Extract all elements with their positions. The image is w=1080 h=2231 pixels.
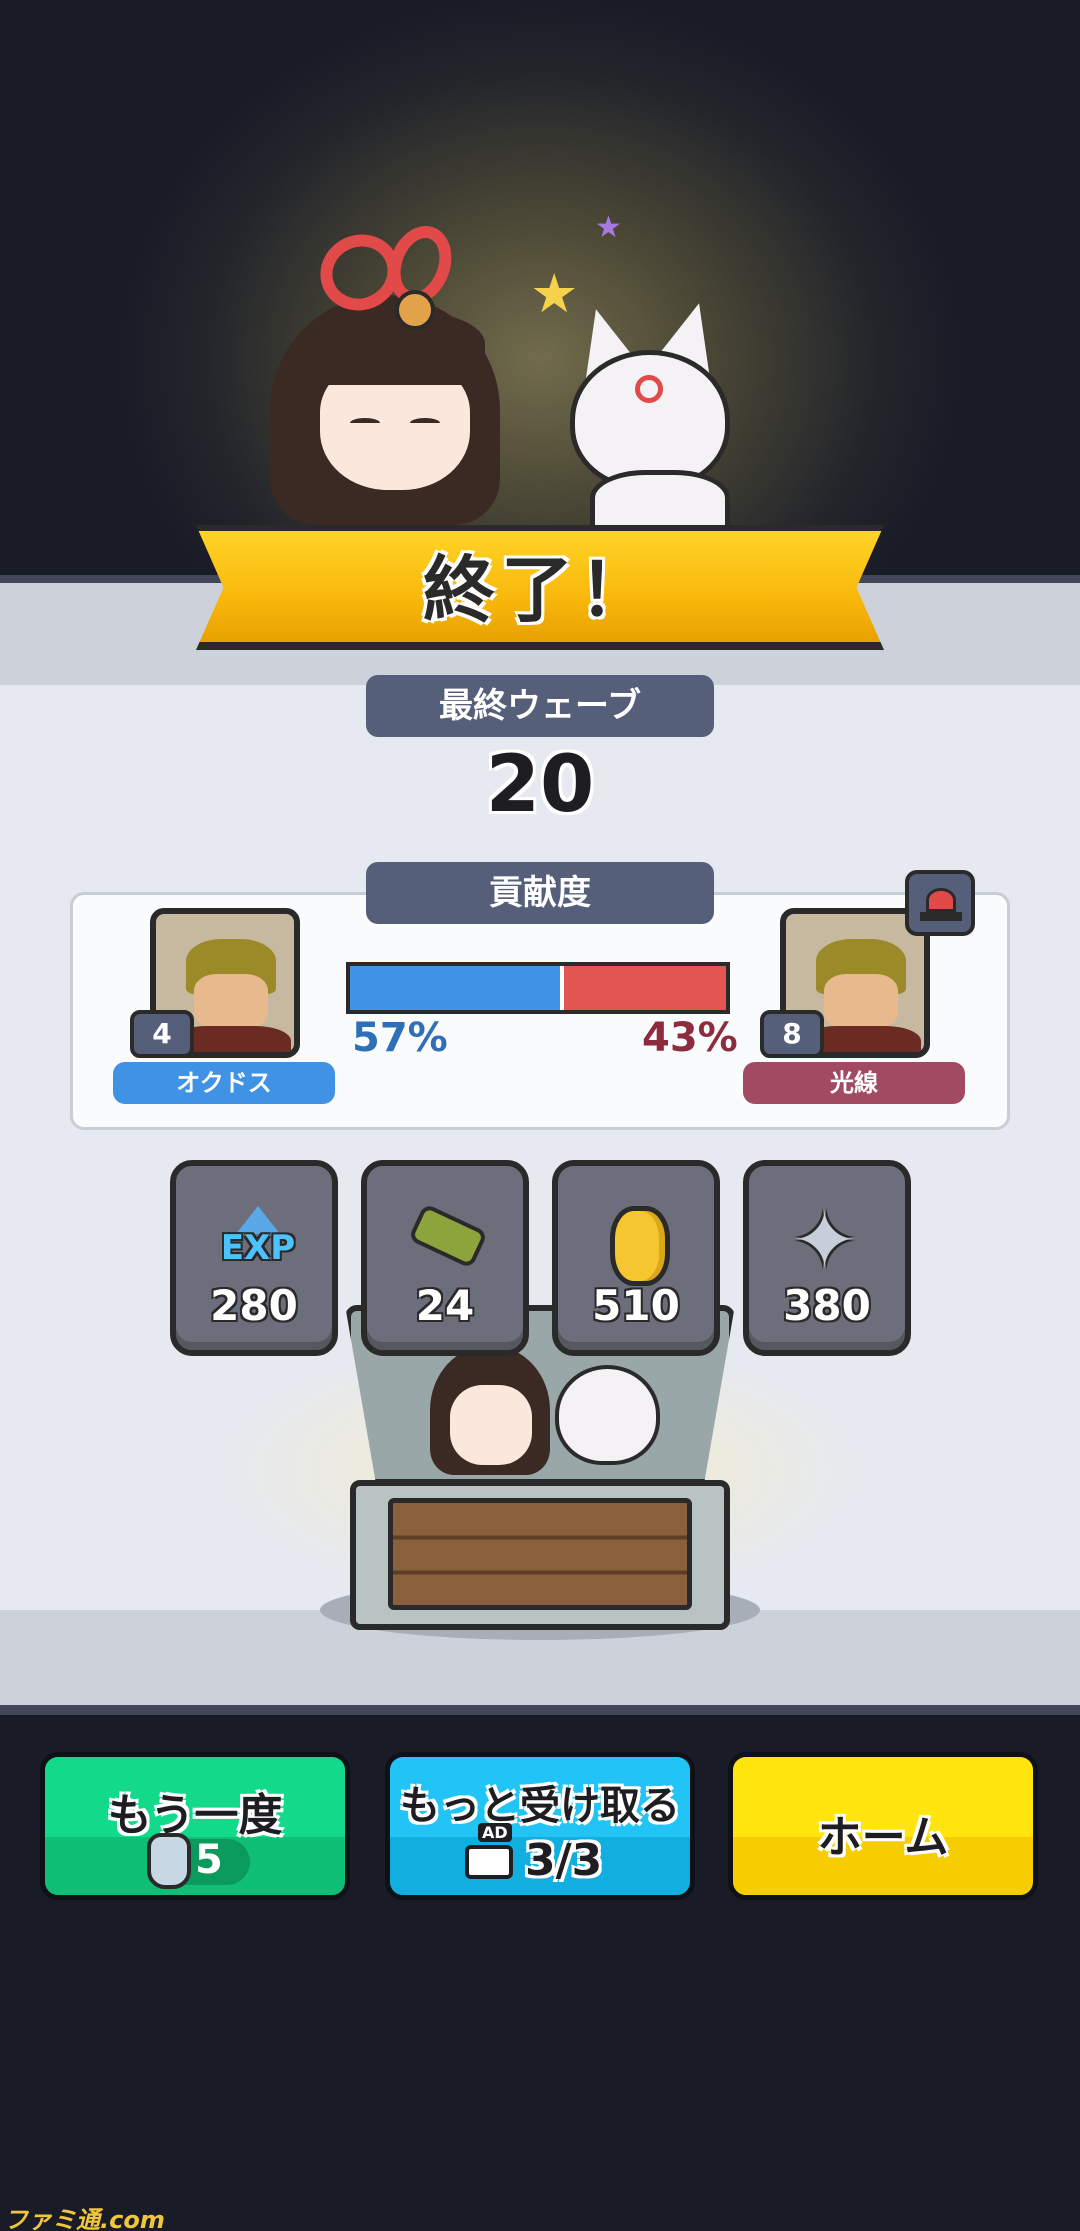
receive-more-label: もっと受け取る bbox=[400, 1783, 680, 1829]
star-icon: ★ bbox=[595, 210, 622, 245]
hero-illustration: ★ ★ bbox=[250, 200, 790, 540]
retry-button[interactable]: もう一度 5 bbox=[40, 1752, 350, 1900]
reward-shuriken: ✦ 380 bbox=[743, 1160, 911, 1356]
siren-dome bbox=[926, 888, 956, 912]
reward-scroll-value: 24 bbox=[415, 1281, 475, 1330]
contribution-bar bbox=[346, 962, 730, 1014]
contribution-percent-left: 57% bbox=[352, 1015, 448, 1061]
reward-scroll: 24 bbox=[361, 1160, 529, 1356]
result-title: 終了！ bbox=[422, 548, 657, 632]
retry-cost: 5 bbox=[195, 1837, 223, 1883]
fox-head bbox=[570, 350, 730, 490]
home-button[interactable]: ホーム bbox=[728, 1752, 1038, 1900]
siren-base bbox=[920, 912, 962, 921]
reward-gold: 510 bbox=[552, 1160, 720, 1356]
exp-icon: EXP bbox=[220, 1228, 296, 1268]
watermark: ファミ通.com bbox=[4, 2206, 165, 2231]
contribution-bar-right bbox=[564, 966, 726, 1010]
gold-coin-icon bbox=[610, 1206, 670, 1286]
home-label: ホーム bbox=[817, 1812, 949, 1863]
player-level-left: 4 bbox=[130, 1010, 194, 1058]
bottle-icon bbox=[147, 1833, 191, 1889]
girl-bangs bbox=[305, 310, 485, 385]
reward-gold-value: 510 bbox=[592, 1281, 680, 1330]
portrait-face bbox=[824, 974, 898, 1029]
ad-count: 3/3 bbox=[525, 1835, 603, 1886]
final-wave-label: 最終ウェーブ bbox=[366, 675, 714, 737]
portrait-face bbox=[194, 974, 268, 1029]
reward-exp-value: 280 bbox=[210, 1281, 298, 1330]
girl-eye bbox=[410, 418, 440, 428]
shuriken-icon: ✦ bbox=[791, 1194, 859, 1287]
girl-eye bbox=[350, 418, 380, 428]
player-name-left: オクドス bbox=[113, 1062, 335, 1104]
girl-hair-ornament bbox=[395, 290, 435, 330]
chest-girl-face bbox=[450, 1385, 532, 1465]
contribution-bar-left bbox=[350, 966, 565, 1010]
retry-label: もう一度 bbox=[107, 1790, 283, 1841]
scroll-icon bbox=[407, 1203, 489, 1269]
chest-fox bbox=[555, 1365, 660, 1465]
star-icon: ★ bbox=[530, 262, 579, 325]
fox-forehead-mark bbox=[635, 375, 663, 403]
chest-wood-panel bbox=[388, 1498, 692, 1610]
player-name-right: 光線 bbox=[743, 1062, 965, 1104]
video-camera-icon bbox=[465, 1845, 513, 1879]
receive-more-button[interactable]: もっと受け取る AD 3/3 bbox=[385, 1752, 695, 1900]
ad-tag: AD bbox=[478, 1823, 512, 1842]
contribution-label: 貢献度 bbox=[366, 862, 714, 924]
alarm-siren-icon[interactable] bbox=[905, 870, 975, 936]
reward-shuriken-value: 380 bbox=[783, 1281, 871, 1330]
contribution-percent-right: 43% bbox=[642, 1015, 738, 1061]
reward-exp: EXP 280 bbox=[170, 1160, 338, 1356]
final-wave-value: 20 bbox=[485, 740, 595, 830]
player-level-right: 8 bbox=[760, 1010, 824, 1058]
